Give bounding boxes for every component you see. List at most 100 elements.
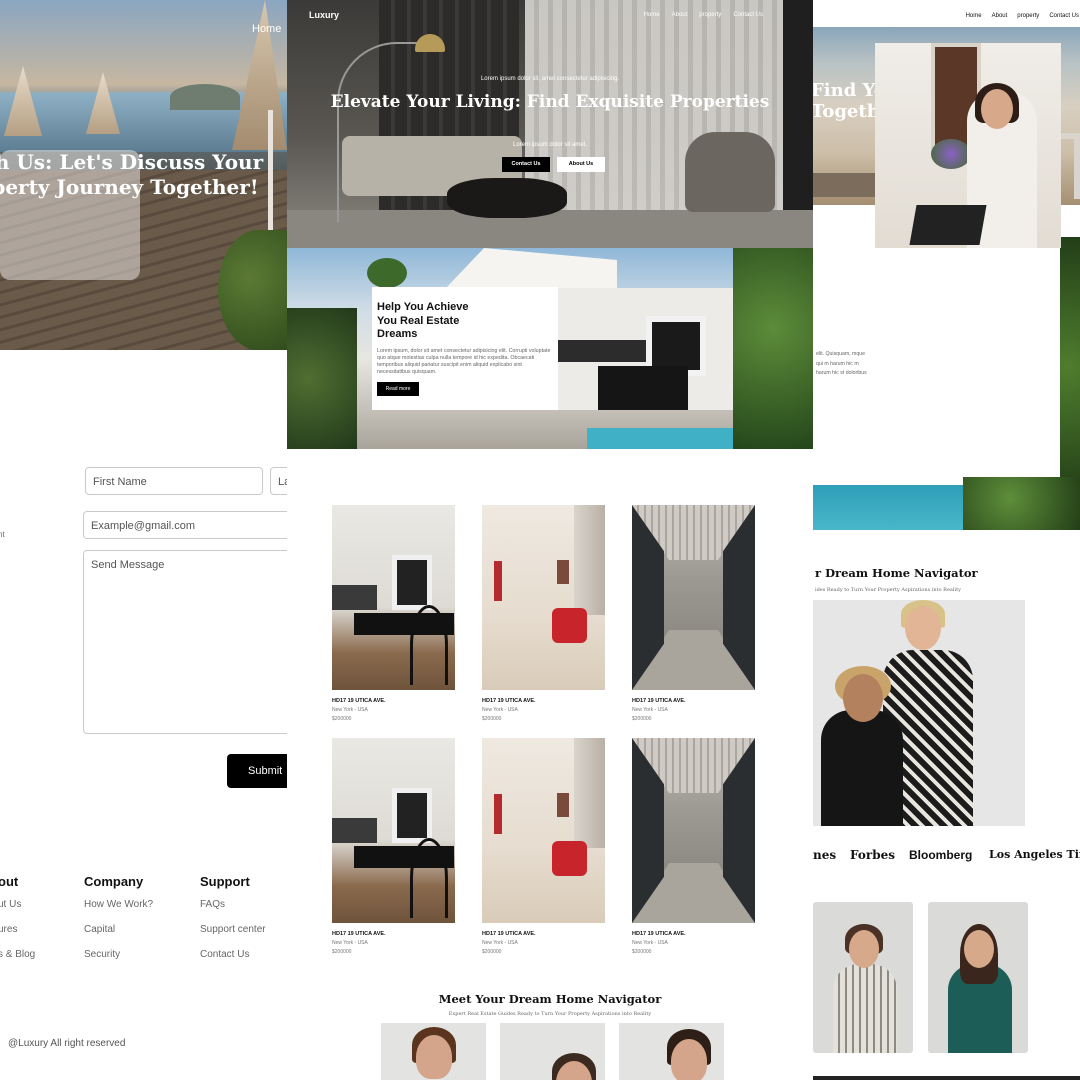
- footer-link[interactable]: ures: [0, 924, 35, 949]
- home-hero-image: [287, 0, 813, 248]
- property-location: New York - USA: [632, 707, 668, 713]
- property-location: New York - USA: [482, 707, 518, 713]
- property-title[interactable]: HD17 19 UTICA AVE.: [632, 698, 755, 704]
- email-input[interactable]: Example@gmail.com: [83, 511, 287, 539]
- about-paragraph: elit. Quisquam, mque qui m harum hic m h…: [816, 351, 867, 376]
- nav-home-link[interactable]: Home: [252, 23, 281, 35]
- first-name-input[interactable]: First Name: [85, 467, 263, 495]
- nav-about-link[interactable]: About: [672, 12, 688, 18]
- property-location: New York - USA: [482, 940, 518, 946]
- property-image[interactable]: [332, 738, 455, 923]
- los-angeles-times-logo: Los Angeles Times: [989, 848, 1080, 861]
- property-image[interactable]: [632, 505, 755, 690]
- property-title[interactable]: HD17 19 UTICA AVE.: [632, 931, 755, 937]
- about-page-panel: Home About property Contact Us Find Your…: [813, 0, 1080, 1080]
- pool-graphic: [587, 428, 733, 449]
- team-group-photo: [813, 600, 1025, 826]
- property-title[interactable]: HD17 19 UTICA AVE.: [332, 931, 455, 937]
- hero-subtitle: Lorem ipsum dolor sit amet.: [512, 142, 588, 148]
- footer-link[interactable]: ut Us: [0, 899, 35, 924]
- property-image[interactable]: [482, 738, 605, 923]
- property-title[interactable]: HD17 19 UTICA AVE.: [332, 698, 455, 704]
- message-textarea[interactable]: Send Message: [83, 550, 287, 734]
- last-name-input[interactable]: La: [270, 467, 287, 495]
- footer-link[interactable]: s & Blog: [0, 949, 35, 974]
- contact-us-button[interactable]: Contact Us: [502, 157, 550, 172]
- hero-kicker: Lorem ipsum dolor sit, amet consectetur …: [480, 76, 620, 82]
- footer-link[interactable]: Support center: [200, 924, 266, 949]
- about-card-title: Help You Achieve You Real Estate Dreams: [377, 301, 469, 340]
- coffee-table-graphic: [447, 178, 567, 218]
- property-card[interactable]: HD17 19 UTICA AVE. New York - USA $20000…: [332, 738, 455, 955]
- property-price: $200000: [332, 949, 352, 955]
- property-card[interactable]: HD17 19 UTICA AVE. New York - USA $20000…: [482, 738, 605, 955]
- footer-heading: Company: [84, 874, 144, 889]
- laptop-graphic: [909, 205, 987, 245]
- bloomberg-logo: Bloomberg: [909, 848, 973, 862]
- living-room-graphic: [558, 288, 733, 410]
- property-image[interactable]: [482, 505, 605, 690]
- property-price: $200000: [632, 949, 652, 955]
- footer-col-company: Company How We Work? Capital Security: [84, 874, 153, 974]
- team-section-title: Meet Your Dream Home Navigator: [438, 992, 662, 1006]
- nav-contact-link[interactable]: Contact Us: [733, 12, 763, 18]
- copyright-text: @Luxury All right reserved: [8, 1038, 126, 1049]
- submit-button[interactable]: Submit: [227, 754, 287, 788]
- footer-col-about: out ut Us ures s & Blog: [0, 874, 35, 974]
- footer-link[interactable]: How We Work?: [84, 899, 153, 924]
- footer-link[interactable]: Contact Us: [200, 949, 266, 974]
- agent-at-laptop-photo: [875, 43, 1061, 248]
- team-member-photo: [928, 902, 1028, 1053]
- footer-heading: out: [0, 874, 19, 889]
- team-member-photo: [500, 1023, 605, 1080]
- team-section-title: r Dream Home Navigator: [815, 566, 978, 580]
- contact-page-panel: Home ith Us: Let's Discuss Your operty J…: [0, 0, 287, 1080]
- property-card[interactable]: HD17 19 UTICA AVE. New York - USA $20000…: [632, 738, 755, 955]
- team-member-photo: [381, 1023, 486, 1080]
- nav-about-link[interactable]: About: [992, 13, 1008, 19]
- nav-property-link[interactable]: property: [1017, 13, 1039, 19]
- property-title[interactable]: HD17 19 UTICA AVE.: [482, 698, 605, 704]
- contact-hero-title: ith Us: Let's Discuss Your operty Journe…: [0, 150, 264, 199]
- team-section-subtitle: ides Ready to Turn Your Property Aspirat…: [815, 587, 961, 593]
- home-page-panel: Luxury Home About property Contact Us Lo…: [287, 0, 813, 1080]
- about-card: Help You Achieve You Real Estate Dreams …: [372, 287, 558, 410]
- about-card-body: Lorem ipsum, dolor sit amet consectetur …: [377, 347, 551, 375]
- press-logo: nes: [813, 848, 837, 862]
- property-price: $200000: [332, 716, 352, 722]
- nav-contact-link[interactable]: Contact Us: [1049, 13, 1079, 19]
- property-image[interactable]: [332, 505, 455, 690]
- property-location: New York - USA: [332, 940, 368, 946]
- forbes-logo: Forbes: [850, 848, 895, 862]
- property-title[interactable]: HD17 19 UTICA AVE.: [482, 931, 605, 937]
- form-side-label: nt: [0, 530, 5, 539]
- property-price: $200000: [482, 716, 502, 722]
- property-card[interactable]: HD17 19 UTICA AVE. New York - USA $20000…: [632, 505, 755, 722]
- property-image[interactable]: [632, 738, 755, 923]
- team-section-subtitle: Expert Real Estate Guides Ready to Turn …: [448, 1011, 652, 1017]
- nav-home-link[interactable]: Home: [966, 13, 982, 19]
- nav-property-link[interactable]: property: [699, 12, 721, 18]
- about-us-button[interactable]: About Us: [557, 157, 605, 172]
- brand-logo[interactable]: Luxury: [309, 10, 339, 20]
- main-nav: Home About property Contact Us: [966, 13, 1079, 19]
- property-price: $200000: [482, 949, 502, 955]
- pool-graphic: [813, 485, 963, 530]
- footer-col-support: Support FAQs Support center Contact Us: [200, 874, 266, 974]
- read-more-button[interactable]: Read more: [377, 382, 419, 396]
- property-price: $200000: [632, 716, 652, 722]
- nav-home-link[interactable]: Home: [644, 12, 660, 18]
- footer-heading: Support: [200, 874, 250, 889]
- footer-link[interactable]: Capital: [84, 924, 153, 949]
- property-location: New York - USA: [332, 707, 368, 713]
- about-section: [813, 237, 1080, 530]
- property-card[interactable]: HD17 19 UTICA AVE. New York - USA $20000…: [332, 505, 455, 722]
- plant-graphic: [733, 248, 813, 449]
- footer-link[interactable]: Security: [84, 949, 153, 974]
- palm-graphic: [367, 258, 407, 288]
- footer-link[interactable]: FAQs: [200, 899, 266, 924]
- property-location: New York - USA: [632, 940, 668, 946]
- property-card[interactable]: HD17 19 UTICA AVE. New York - USA $20000…: [482, 505, 605, 722]
- hero-title: Elevate Your Living: Find Exquisite Prop…: [330, 92, 770, 112]
- team-member-photo: [619, 1023, 724, 1080]
